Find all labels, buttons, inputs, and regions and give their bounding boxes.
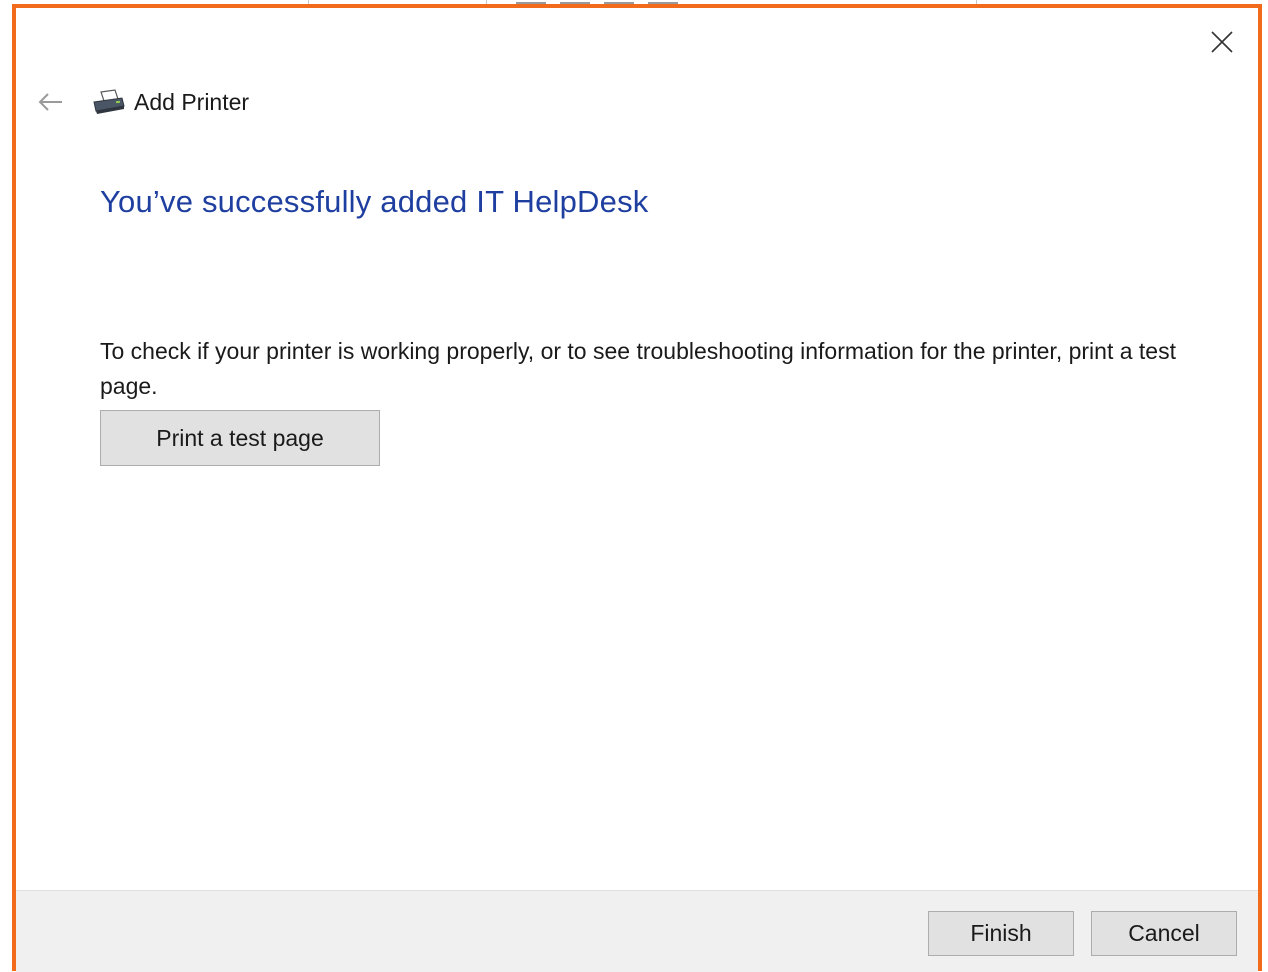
finish-button[interactable]: Finish	[928, 911, 1074, 956]
close-icon	[1211, 31, 1233, 53]
success-heading: You’ve successfully added IT HelpDesk	[100, 184, 649, 219]
print-test-page-button[interactable]: Print a test page	[100, 410, 380, 466]
close-button[interactable]	[1206, 26, 1238, 58]
title-bar: Add Printer	[32, 84, 249, 120]
back-button[interactable]	[32, 84, 68, 120]
instructions-text: To check if your printer is working prop…	[100, 338, 1176, 399]
printer-icon	[92, 88, 128, 116]
dialog-footer: Finish Cancel	[16, 890, 1258, 972]
dialog-title: Add Printer	[134, 88, 250, 115]
add-printer-dialog: Add Printer You’ve successfully added IT…	[16, 8, 1258, 972]
cancel-button[interactable]: Cancel	[1091, 911, 1237, 956]
back-arrow-icon	[38, 93, 62, 111]
